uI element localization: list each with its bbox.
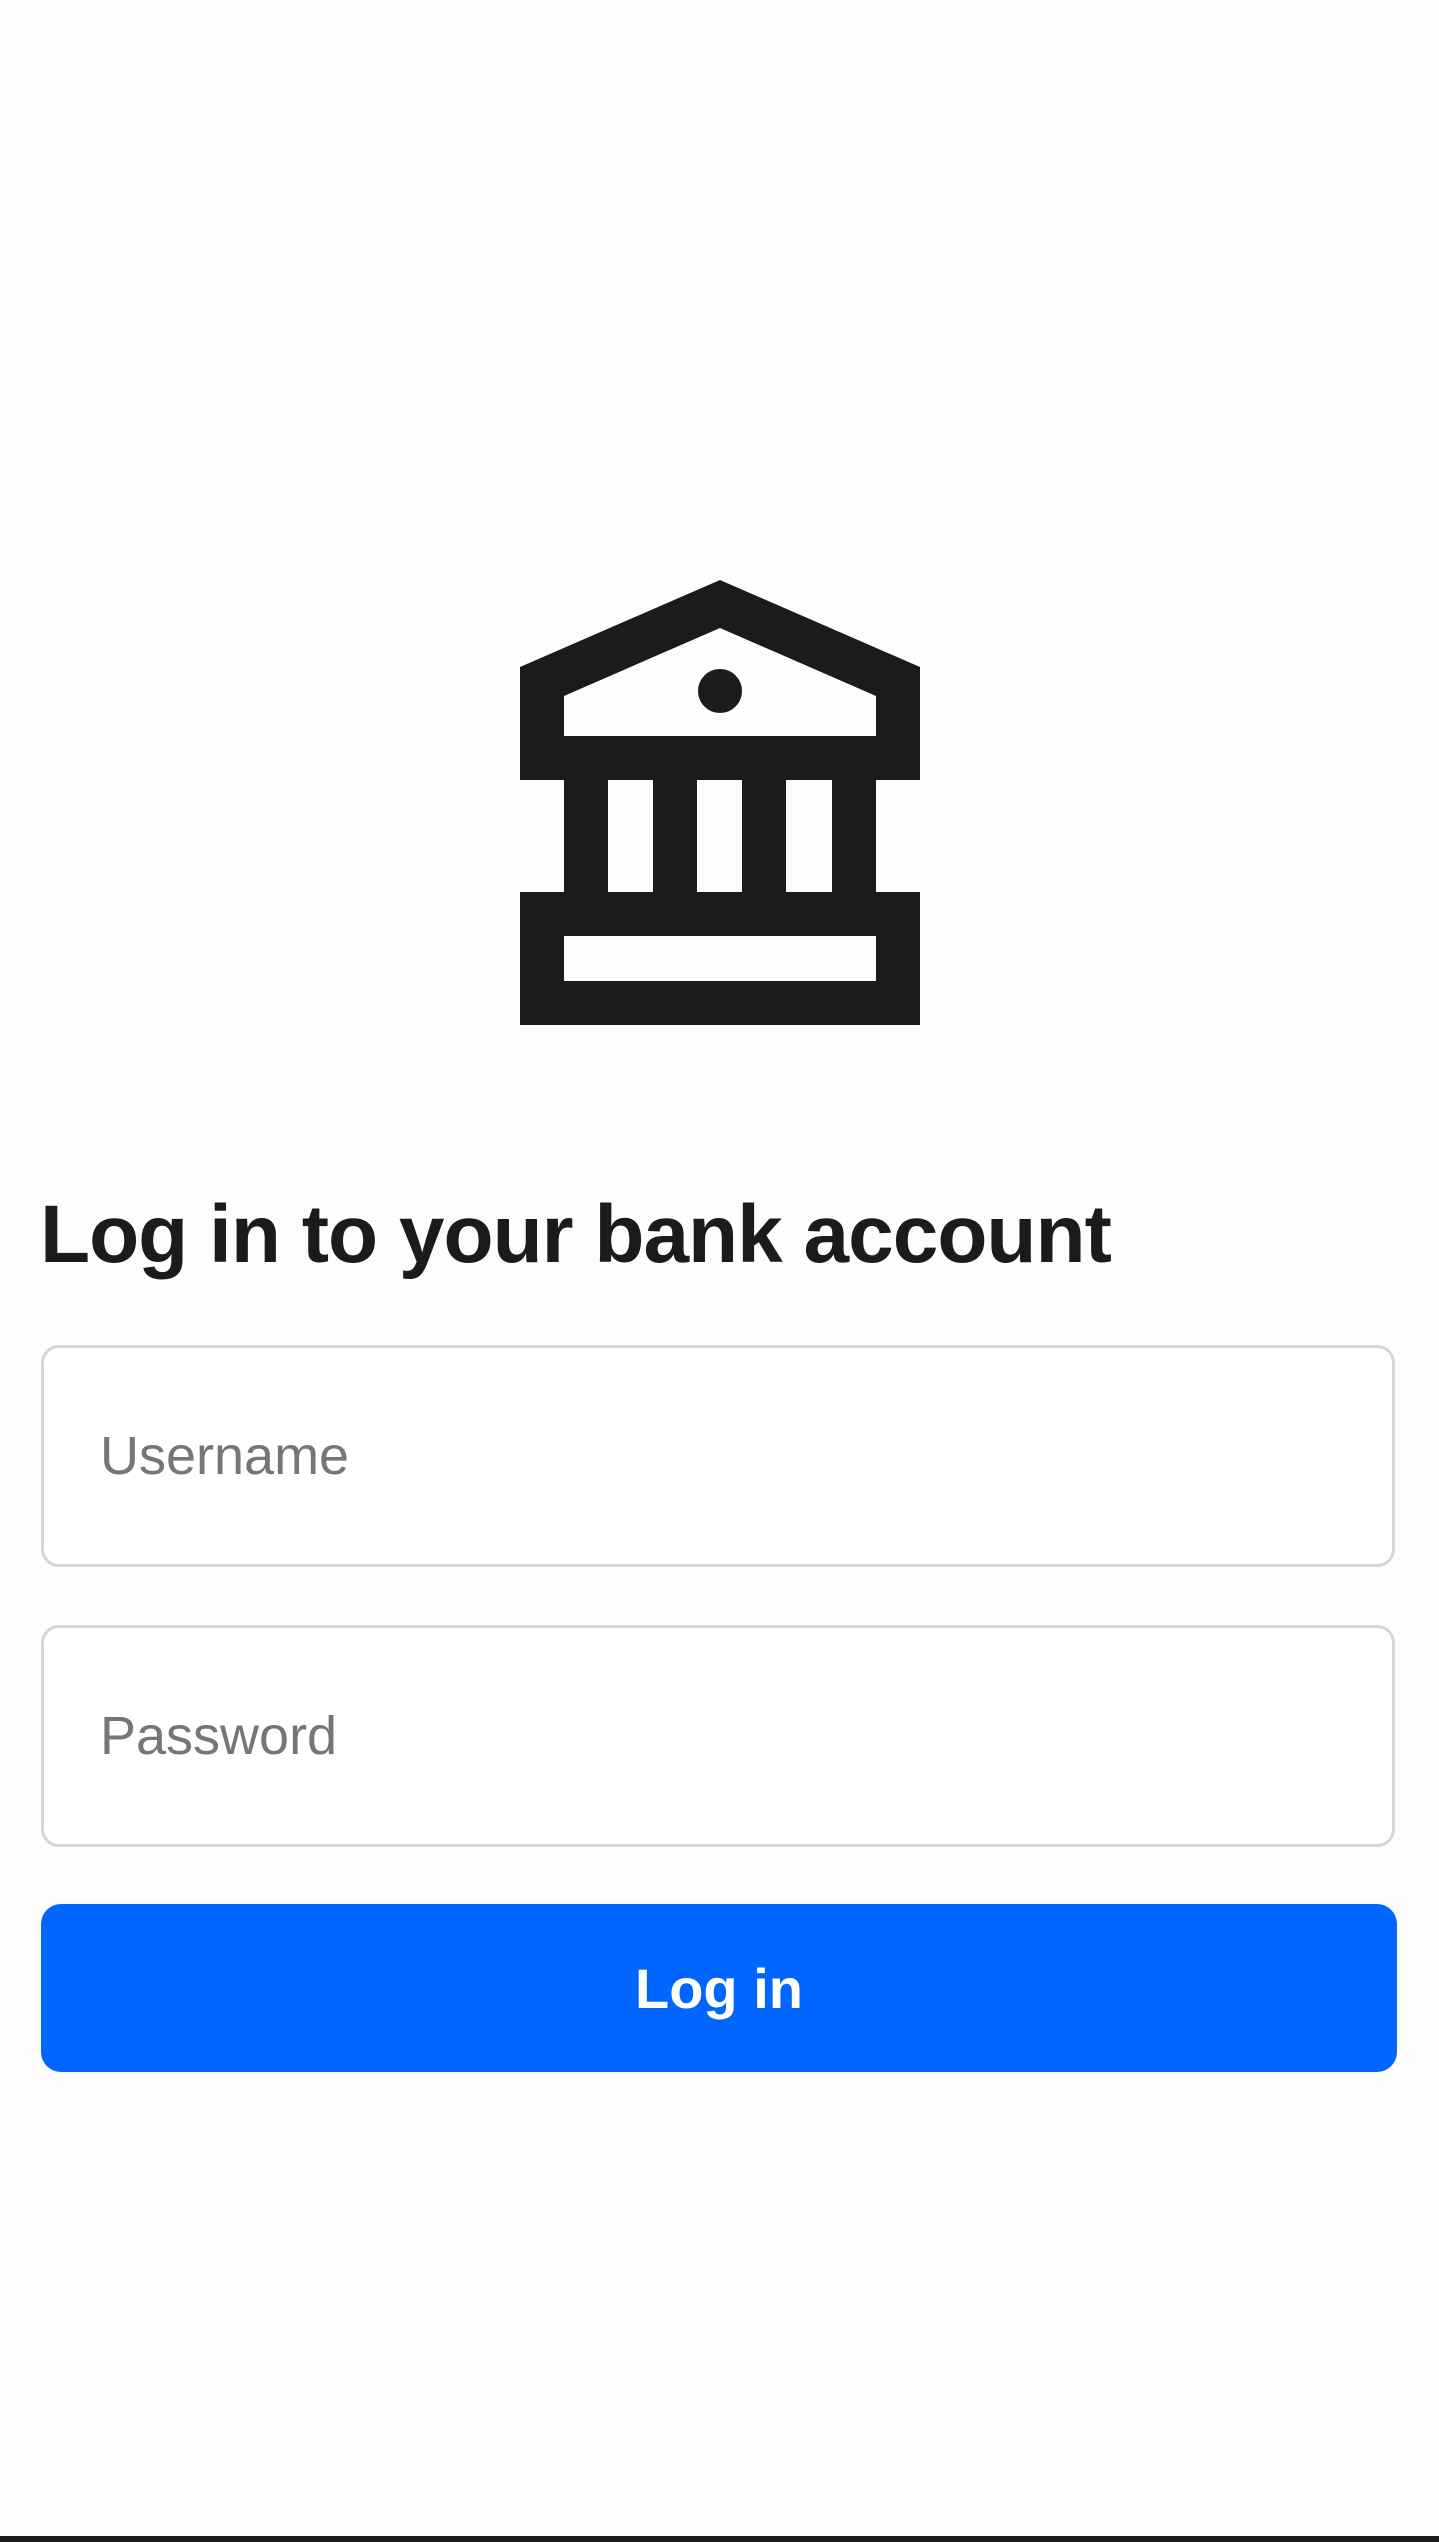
username-field[interactable] [41,1345,1395,1567]
bottom-divider [0,2536,1439,2542]
bank-icon [520,580,920,1025]
password-field[interactable] [41,1625,1395,1847]
page-title: Log in to your bank account [40,1189,1112,1280]
login-button[interactable]: Log in [41,1904,1397,2072]
